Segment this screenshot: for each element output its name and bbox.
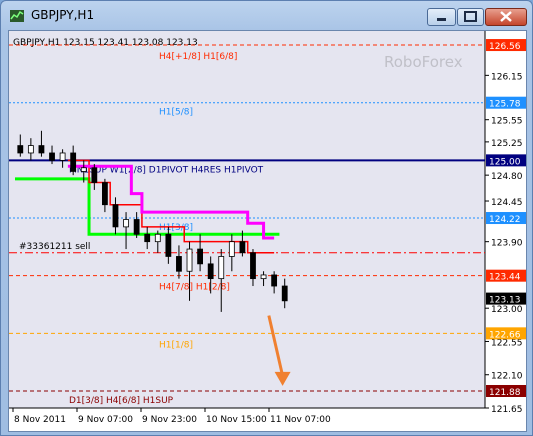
candle-body — [218, 256, 225, 280]
candle-body — [228, 241, 235, 257]
candle-body — [59, 152, 66, 161]
maximize-button[interactable] — [457, 8, 484, 26]
candle-body — [154, 233, 161, 243]
candle-body — [123, 219, 129, 228]
price-tick-label: 124.45 — [491, 198, 523, 208]
price-tick-label: 122.10 — [491, 372, 523, 382]
price-tick-label: 125.55 — [491, 117, 523, 127]
candle-body — [260, 274, 267, 280]
chart-area[interactable]: GBPJPY,H1 123.15 123.41 123.08 123.13 Ro… — [8, 30, 527, 432]
level-price-label: 121.88 — [489, 388, 521, 398]
price-tick-label: 125.25 — [491, 139, 523, 149]
candle-body — [70, 152, 77, 172]
time-tick-label: 9 Nov 07:00 — [78, 415, 133, 425]
time-tick-label: 9 Nov 23:00 — [142, 415, 197, 425]
level-label: H1[1/8] — [159, 340, 193, 350]
candle-body — [239, 241, 246, 254]
watermark: RoboForex — [384, 53, 463, 71]
minimize-icon — [437, 18, 446, 21]
time-tick-label: 10 Nov 15:00 — [206, 415, 267, 425]
level-price-label: 126.56 — [489, 42, 521, 52]
candle-body — [112, 204, 119, 228]
candle-body — [271, 274, 278, 287]
candle-body — [186, 248, 193, 272]
chart-header: GBPJPY,H1 123.15 123.41 123.08 123.13 — [13, 38, 198, 48]
price-tick-label: 124.80 — [491, 172, 523, 182]
price-chart[interactable]: GBPJPY,H1 123.15 123.41 123.08 123.13 Ro… — [9, 31, 526, 431]
level-label: H1[3/8] — [159, 223, 193, 233]
level-label: H4[+1/8] H1[6/8] — [159, 52, 237, 62]
candle-body — [17, 145, 24, 154]
level-price-label: 122.66 — [489, 330, 521, 340]
chart-window: GBPJPY,H1 GBPJPY,H1 123.15 123.41 123.08… — [0, 0, 533, 436]
time-tick-label: 11 Nov 07:00 — [270, 415, 331, 425]
price-tick-label: 123.00 — [491, 305, 523, 315]
close-button[interactable] — [485, 8, 527, 26]
level-price-label: 125.78 — [489, 100, 521, 110]
candle-body — [165, 233, 172, 257]
level-price-label: 124.22 — [489, 215, 521, 225]
level-label: D1[3/8] H4[6/8] H1SUP — [69, 396, 174, 406]
candle-body — [207, 263, 214, 280]
candle-body — [281, 285, 288, 302]
level-price-label: 123.44 — [489, 273, 521, 283]
candle-body — [197, 248, 203, 265]
candle-body — [133, 219, 140, 235]
window-title: GBPJPY,H1 — [31, 8, 95, 22]
candle-body — [80, 167, 87, 172]
candle-body — [27, 145, 34, 154]
price-tick-label: 126.15 — [491, 72, 523, 82]
price-tick-label: 121.65 — [491, 405, 523, 415]
current-price-label: 123.13 — [489, 296, 521, 306]
candle-body — [102, 182, 108, 206]
level-label: H1[5/8] — [159, 108, 193, 118]
title-bar[interactable]: GBPJPY,H1 — [1, 1, 533, 29]
level-price-label: 125.00 — [489, 157, 521, 167]
minimize-button[interactable] — [427, 8, 456, 26]
close-icon — [500, 11, 512, 22]
candle-body — [91, 167, 98, 183]
time-tick-label: 8 Nov 2011 — [14, 415, 66, 425]
candle-body — [176, 256, 182, 272]
price-tick-label: 123.90 — [491, 239, 523, 249]
maximize-icon — [464, 11, 477, 22]
order-label: #33361211 sell — [19, 242, 90, 252]
candle-body — [49, 152, 55, 161]
candle-body — [250, 252, 256, 280]
level-label: H4[7/8] H1[2/8] — [159, 283, 230, 293]
candle-body — [38, 145, 45, 154]
chart-window-icon — [10, 10, 24, 22]
candle-body — [144, 233, 151, 243]
